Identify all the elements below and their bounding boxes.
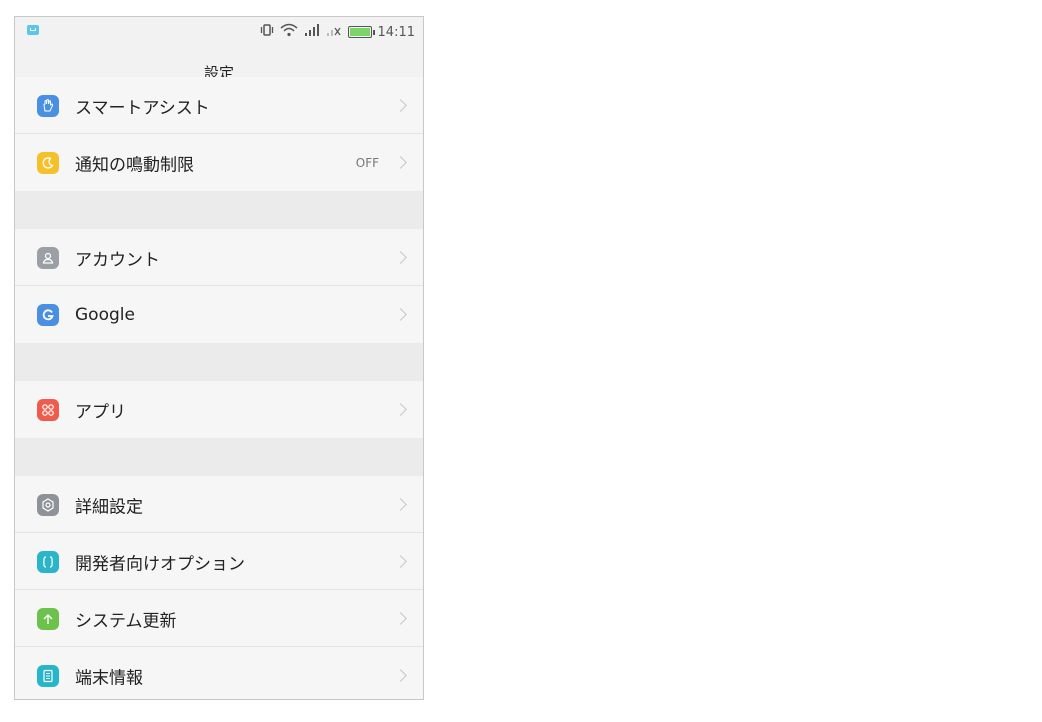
settings-item-label: システム更新 — [75, 611, 177, 631]
status-bar: 14:11 — [15, 17, 423, 47]
no-signal-icon — [326, 23, 342, 41]
settings-item-smart-assist[interactable]: スマートアシスト — [15, 77, 423, 134]
vibrate-icon — [260, 23, 274, 41]
section-gap — [15, 438, 423, 476]
chevron-right-icon — [394, 98, 407, 112]
section-gap — [15, 343, 423, 381]
settings-item-label: スマートアシスト — [75, 98, 210, 118]
chevron-right-icon — [394, 668, 407, 682]
settings-item-label: 通知の鳴動制限 — [75, 155, 194, 175]
settings-item-label: 端末情報 — [75, 668, 143, 688]
status-time: 14:11 — [377, 24, 415, 40]
settings-item-label: アプリ — [75, 402, 126, 422]
settings-item-account[interactable]: アカウント — [15, 229, 423, 286]
chevron-right-icon — [394, 402, 407, 416]
settings-item-developer-options[interactable]: 開発者向けオプション — [15, 533, 423, 590]
settings-item-advanced[interactable]: 詳細設定 — [15, 476, 423, 533]
signal-icon — [304, 23, 320, 41]
chevron-right-icon — [394, 250, 407, 264]
wifi-icon — [280, 23, 298, 41]
section-gap — [15, 191, 423, 229]
settings-item-value: OFF — [355, 155, 379, 170]
arrow-up-icon — [37, 607, 59, 630]
settings-item-device-info[interactable]: 端末情報 — [15, 647, 423, 699]
chevron-right-icon — [394, 554, 407, 568]
settings-item-label: アカウント — [75, 250, 160, 270]
settings-item-system-update[interactable]: システム更新 — [15, 590, 423, 647]
hand-icon — [37, 94, 59, 117]
moon-icon — [37, 151, 59, 174]
settings-item-do-not-disturb[interactable]: 通知の鳴動制限 OFF — [15, 134, 423, 191]
settings-item-label: 開発者向けオプション — [75, 554, 245, 574]
braces-icon — [37, 550, 59, 573]
chevron-right-icon — [394, 611, 407, 625]
phone-screen: 14:11 設定 スマートアシスト 通知の鳴動制限 OFF アカウント Goog… — [14, 16, 424, 700]
notification-app-icon — [27, 25, 39, 35]
status-icons: 14:11 — [260, 23, 415, 41]
chevron-right-icon — [394, 497, 407, 511]
settings-item-apps[interactable]: アプリ — [15, 381, 423, 438]
google-icon — [37, 303, 59, 326]
phone-info-icon — [37, 664, 59, 687]
chevron-right-icon — [394, 307, 407, 321]
battery-charging-icon — [347, 26, 375, 38]
settings-item-label: Google — [75, 304, 135, 325]
settings-item-google[interactable]: Google — [15, 286, 423, 343]
chevron-right-icon — [394, 155, 407, 169]
apps-grid-icon — [37, 398, 59, 421]
settings-item-label: 詳細設定 — [75, 497, 143, 517]
user-icon — [37, 246, 59, 269]
gear-icon — [37, 493, 59, 516]
